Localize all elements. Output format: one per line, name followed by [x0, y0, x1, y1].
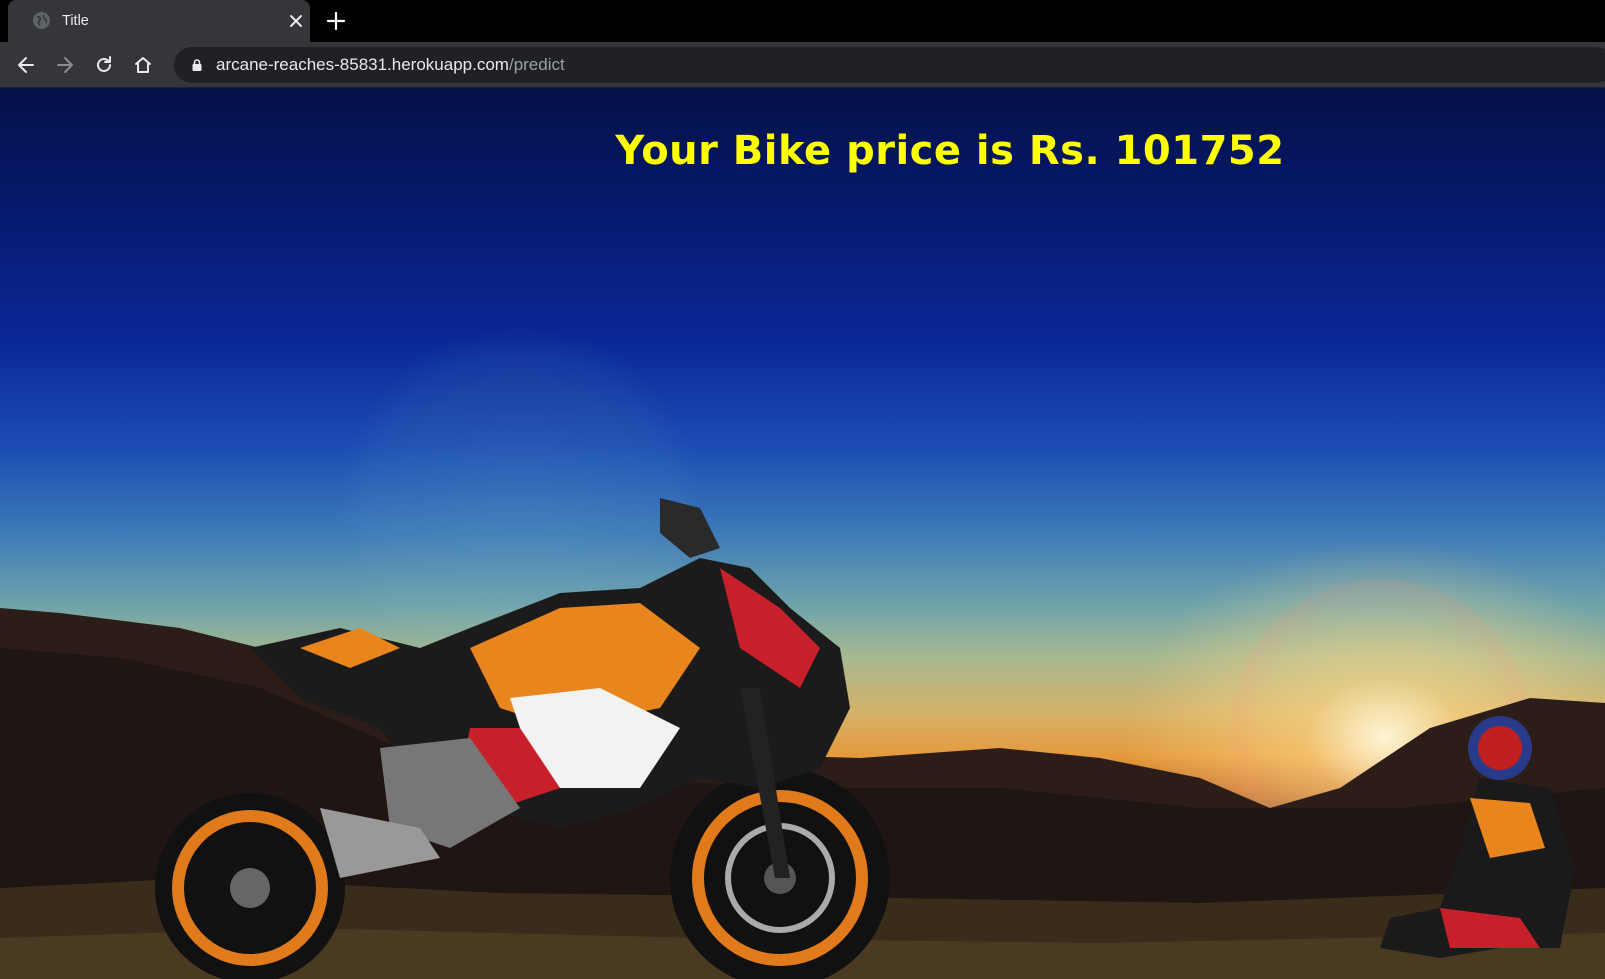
tab-strip: Title [0, 0, 1605, 42]
arrow-left-icon[interactable] [13, 52, 39, 78]
url-path: /predict [508, 55, 565, 74]
browser-tab[interactable]: Title [8, 0, 310, 42]
price-result-heading: Your Bike price is Rs. 101752 [615, 128, 1285, 174]
home-icon[interactable] [130, 52, 156, 78]
browser-toolbar: arcane-reaches-85831.herokuapp.com/predi… [0, 42, 1605, 88]
address-bar[interactable]: arcane-reaches-85831.herokuapp.com/predi… [174, 47, 1605, 83]
background-photo [0, 498, 1605, 979]
url-host: arcane-reaches-85831.herokuapp.com [216, 55, 509, 74]
arrow-right-icon[interactable] [52, 52, 78, 78]
reload-icon[interactable] [91, 52, 117, 78]
close-icon[interactable] [286, 11, 306, 31]
url-text[interactable]: arcane-reaches-85831.herokuapp.com/predi… [216, 55, 565, 75]
lock-icon[interactable] [190, 58, 204, 72]
tab-title: Title [62, 13, 89, 29]
plus-icon[interactable] [325, 10, 347, 32]
globe-icon [33, 12, 50, 29]
page-background: Your Bike price is Rs. 101752 [0, 88, 1605, 979]
